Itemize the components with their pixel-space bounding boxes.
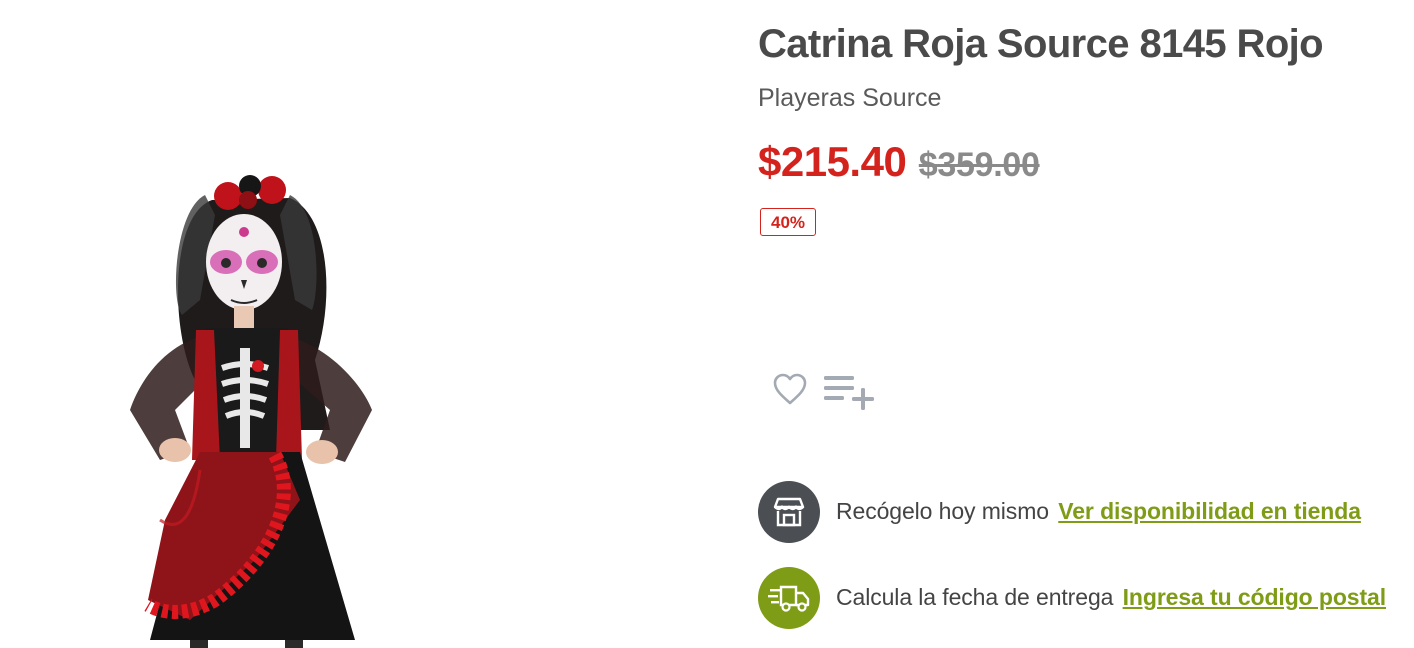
costume-illustration [130, 175, 372, 648]
original-price: $359.00 [918, 146, 1040, 184]
store-icon [758, 481, 820, 543]
check-store-availability-link[interactable]: Ver disponibilidad en tienda [1058, 498, 1361, 524]
playlist-add-icon[interactable] [824, 373, 878, 411]
pickup-text: Recógelo hoy mismo [836, 498, 1049, 524]
product-image[interactable] [0, 0, 720, 648]
truck-icon [758, 567, 820, 629]
sale-price: $215.40 [758, 138, 907, 185]
discount-badge: 40% [760, 208, 817, 236]
product-title: Catrina Roja Source 8145 Rojo [758, 22, 1324, 66]
product-brand[interactable]: Playeras Source [758, 84, 941, 113]
shipping-text: Calcula la fecha de entrega [836, 584, 1114, 610]
heart-icon[interactable] [772, 372, 808, 406]
price-block: $215.40 $359.00 [758, 138, 1040, 186]
product-info: Catrina Roja Source 8145 Rojo Playeras S… [758, 0, 1408, 648]
enter-postal-code-link[interactable]: Ingresa tu código postal [1123, 584, 1387, 610]
